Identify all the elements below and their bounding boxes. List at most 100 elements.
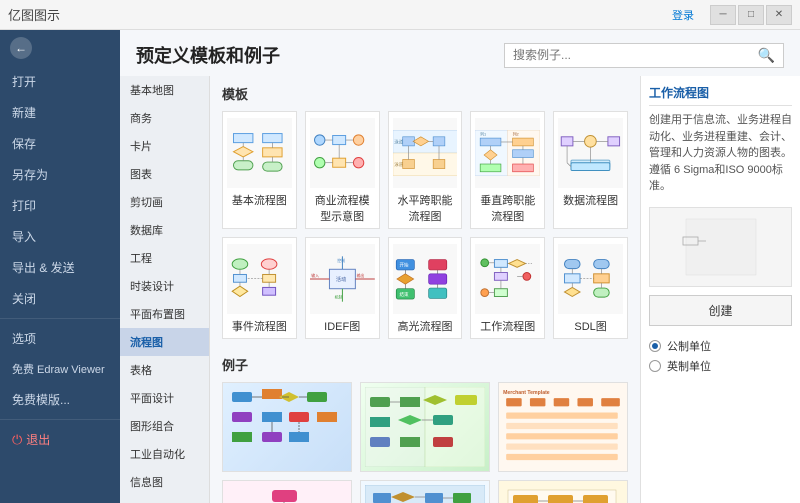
cat-item-clip[interactable]: 剪切画 xyxy=(120,188,209,216)
right-panel-title: 工作流程图 xyxy=(649,84,792,106)
content-header: 预定义模板和例子 🔍 xyxy=(120,30,800,76)
cat-item-map[interactable]: 地图 xyxy=(120,496,209,503)
sidebar-divider2 xyxy=(0,419,120,420)
template-card-8[interactable]: 开始 结束 xyxy=(388,237,463,339)
sidebar-item-templates[interactable]: 免费模版... xyxy=(0,384,120,415)
back-button[interactable]: ← xyxy=(0,30,120,66)
example-grid: Merchant Template xyxy=(222,382,628,503)
search-icon[interactable]: 🔍 xyxy=(758,47,775,64)
unit-metric-label: 公制单位 xyxy=(667,338,711,354)
sidebar-item-open[interactable]: 打开 xyxy=(0,66,120,97)
svg-text:列2: 列2 xyxy=(513,132,519,137)
sidebar-item-export[interactable]: 导出 & 发送 xyxy=(0,252,120,283)
template-thumb-5 xyxy=(558,118,623,188)
svg-text:输出: 输出 xyxy=(356,273,364,278)
template-card-9[interactable]: 工作流程图 xyxy=(470,237,545,339)
sidebar-item-options[interactable]: 选项 xyxy=(0,323,120,354)
svg-text:控制: 控制 xyxy=(337,258,345,263)
template-grid: 基本流程图 xyxy=(222,111,628,339)
cat-item-plandesign[interactable]: 平面设计 xyxy=(120,384,209,412)
cat-item-floor[interactable]: 平面布置图 xyxy=(120,300,209,328)
template-label-1: 基本流程图 xyxy=(232,192,287,208)
svg-text:列1: 列1 xyxy=(481,132,487,137)
unit-option-imperial[interactable]: 英制单位 xyxy=(649,358,792,374)
template-thumb-9 xyxy=(475,244,540,314)
radio-metric[interactable] xyxy=(649,340,661,352)
cat-item-business[interactable]: 商务 xyxy=(120,104,209,132)
template-card-7[interactable]: 活动 输入 输出 控制 机制 IDEF图 xyxy=(305,237,380,339)
template-label-6: 事件流程图 xyxy=(232,318,287,334)
cat-item-infomap[interactable]: 信息图 xyxy=(120,468,209,496)
cat-item-eng[interactable]: 工程 xyxy=(120,244,209,272)
sidebar-item-import[interactable]: 导入 xyxy=(0,221,120,252)
unit-option-metric[interactable]: 公制单位 xyxy=(649,338,792,354)
example-thumb-6 xyxy=(499,481,627,503)
template-card-10[interactable]: SDL图 xyxy=(553,237,628,339)
template-thumb-2 xyxy=(310,118,375,188)
template-thumb-8: 开始 结束 xyxy=(393,244,458,314)
template-thumb-7: 活动 输入 输出 控制 机制 xyxy=(310,244,375,314)
template-card-1[interactable]: 基本流程图 xyxy=(222,111,297,229)
templates-section-title: 模板 xyxy=(222,84,628,103)
cat-item-flowchart[interactable]: 流程图 xyxy=(120,328,209,356)
exit-icon: ⏻ xyxy=(12,432,22,448)
templates-area: 模板 xyxy=(210,76,640,503)
template-card-6[interactable]: 事件流程图 xyxy=(222,237,297,339)
example-thumb-2 xyxy=(361,383,489,471)
template-thumb-1 xyxy=(227,118,292,188)
search-box: 🔍 xyxy=(504,43,784,68)
example-card-2[interactable] xyxy=(360,382,490,472)
sidebar-item-close[interactable]: 关闭 xyxy=(0,283,120,314)
template-card-2[interactable]: 商业流程模型示意图 xyxy=(305,111,380,229)
sidebar-item-viewer[interactable]: 免费 Edraw Viewer xyxy=(0,354,120,384)
unit-imperial-label: 英制单位 xyxy=(667,358,711,374)
svg-text:结束: 结束 xyxy=(399,291,409,298)
template-label-4: 垂直跨职能流程图 xyxy=(475,192,540,224)
body-area: 基本地图 商务 卡片 图表 剪切画 数据库 工程 时装设计 平面布置图 流程图 … xyxy=(120,76,800,503)
right-panel-description: 创建用于信息流、业务进程自动化、业务进程重建、会计、管理和人力资源人物的图表。遵… xyxy=(649,112,792,195)
sidebar-item-exit[interactable]: ⏻ 退出 xyxy=(0,424,120,455)
cat-item-industrial[interactable]: 工业自动化 xyxy=(120,440,209,468)
example-thumb-5 xyxy=(361,481,489,503)
examples-section-title: 例子 xyxy=(222,355,628,374)
template-card-3[interactable]: 泳道1 泳道2 xyxy=(388,111,463,229)
template-label-7: IDEF图 xyxy=(324,318,360,334)
sidebar-divider xyxy=(0,318,120,319)
sidebar-item-save[interactable]: 保存 xyxy=(0,128,120,159)
cat-item-card[interactable]: 卡片 xyxy=(120,132,209,160)
radio-imperial[interactable] xyxy=(649,360,661,372)
sidebar-item-saveas[interactable]: 另存为 xyxy=(0,159,120,190)
template-card-5[interactable]: 数据流程图 xyxy=(553,111,628,229)
template-thumb-10 xyxy=(558,244,623,314)
sidebar-item-new[interactable]: 新建 xyxy=(0,97,120,128)
cat-item-db[interactable]: 数据库 xyxy=(120,216,209,244)
example-card-4[interactable] xyxy=(222,480,352,503)
svg-text:机制: 机制 xyxy=(334,294,342,299)
cat-item-fashion[interactable]: 时装设计 xyxy=(120,272,209,300)
create-button[interactable]: 创建 xyxy=(649,295,792,326)
cat-item-basic[interactable]: 基本地图 xyxy=(120,76,209,104)
example-thumb-1 xyxy=(223,383,351,471)
example-card-6[interactable] xyxy=(498,480,628,503)
example-card-1[interactable] xyxy=(222,382,352,472)
template-card-4[interactable]: 列1 列2 xyxy=(470,111,545,229)
template-thumb-3: 泳道1 泳道2 xyxy=(393,118,458,188)
login-button[interactable]: 登录 xyxy=(672,7,694,23)
cat-item-infographic[interactable]: 图形组合 xyxy=(120,412,209,440)
template-thumb-4: 列1 列2 xyxy=(475,118,540,188)
minimize-button[interactable]: ─ xyxy=(710,5,736,25)
svg-text:输入: 输入 xyxy=(311,273,319,278)
sidebar-item-print[interactable]: 打印 xyxy=(0,190,120,221)
right-panel: 工作流程图 创建用于信息流、业务进程自动化、业务进程重建、会计、管理和人力资源人… xyxy=(640,76,800,503)
search-input[interactable] xyxy=(513,48,758,62)
example-card-3[interactable]: Merchant Template xyxy=(498,382,628,472)
example-card-5[interactable] xyxy=(360,480,490,503)
close-button[interactable]: ✕ xyxy=(766,5,792,25)
page-title: 预定义模板和例子 xyxy=(136,42,280,68)
maximize-button[interactable]: □ xyxy=(738,5,764,25)
left-sidebar: ← 打开 新建 保存 另存为 打印 导入 导出 & 发送 关闭 选项 免费 Ed… xyxy=(0,30,120,503)
cat-item-chart[interactable]: 图表 xyxy=(120,160,209,188)
example-thumb-3: Merchant Template xyxy=(499,383,627,471)
content-area: 预定义模板和例子 🔍 基本地图 商务 卡片 图表 剪切画 数据库 工程 时装设计… xyxy=(120,30,800,503)
cat-item-table[interactable]: 表格 xyxy=(120,356,209,384)
